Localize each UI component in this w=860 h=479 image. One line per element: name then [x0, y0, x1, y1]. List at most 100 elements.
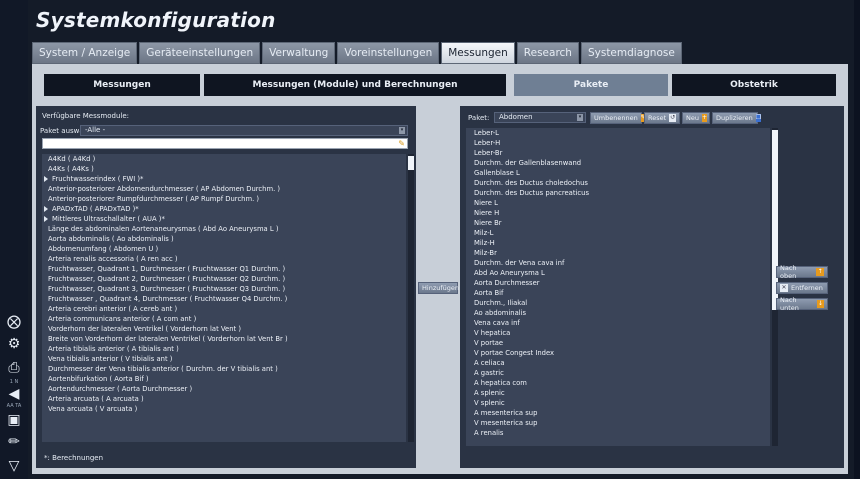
module-item[interactable]: Aortenbifurkation ( Aorta Bif )	[42, 374, 406, 384]
package-item[interactable]: Abd Ao Aneurysma L	[466, 268, 770, 278]
package-item[interactable]: Durchm. des Ductus pancreaticus	[466, 188, 770, 198]
new-icon: +	[701, 114, 708, 122]
module-item[interactable]: Aortendurchmesser ( Aorta Durchmesser )	[42, 384, 406, 394]
tab-messungen[interactable]: Messungen	[441, 42, 515, 64]
module-item[interactable]: Fruchtwasser, Quadrant 1, Durchmesser ( …	[42, 264, 406, 274]
subtab-module-berechnungen[interactable]: Messungen (Module) und Berechnungen	[204, 74, 506, 96]
chevron-down-icon: ▾	[577, 114, 583, 121]
tab-geraeteeinstellungen[interactable]: Geräteeinstellungen	[139, 42, 261, 64]
module-item[interactable]: Länge des abdominalen Aortenaneurysmas (…	[42, 224, 406, 234]
module-item[interactable]: A4Ks ( A4Ks )	[42, 164, 406, 174]
paket-select[interactable]: -Alle - ▾	[80, 125, 408, 136]
expandable-module-item[interactable]: Fruchtwasserindex ( FWI )*	[42, 174, 406, 184]
modules-list[interactable]: A4Kd ( A4Kd ) A4Ks ( A4Ks ) Fruchtwasserin…	[42, 154, 406, 442]
package-item[interactable]: Ao abdominalis	[466, 308, 770, 318]
rename-button[interactable]: Umbenennen ✎	[590, 112, 646, 124]
remove-button[interactable]: ✕ Entfernen	[776, 282, 828, 294]
module-item[interactable]: Fruchtwasser , Quadrant 4, Durchmesser (…	[42, 294, 406, 304]
tab-system-anzeige[interactable]: System / Anzeige	[32, 42, 138, 64]
expandable-module-item[interactable]: Mittleres Ultraschallalter ( AUA )*	[42, 214, 406, 224]
settings-gear-icon[interactable]: ⚙	[4, 334, 24, 354]
module-item[interactable]: Vena tibialis anterior ( V tibialis ant …	[42, 354, 406, 364]
module-item[interactable]: Breite von Vorderhorn der lateralen Vent…	[42, 334, 406, 344]
subtab-pakete[interactable]: Pakete	[514, 74, 668, 96]
wireless-icon[interactable]: ▽	[4, 456, 24, 476]
tab-research[interactable]: Research	[516, 42, 579, 64]
package-item[interactable]: Leber-L	[466, 128, 770, 138]
package-item[interactable]: Aorta Bif	[466, 288, 770, 298]
module-item[interactable]: Arteria cerebri anterior ( A cereb ant )	[42, 304, 406, 314]
module-item[interactable]: Arteria communicans anterior ( A com ant…	[42, 314, 406, 324]
package-item[interactable]: A mesenterica sup	[466, 408, 770, 418]
tab-voreinstellungen[interactable]: Voreinstellungen	[337, 42, 440, 64]
package-item[interactable]: Niere L	[466, 198, 770, 208]
search-input[interactable]: ✎	[42, 138, 408, 149]
package-item[interactable]: Niere Br	[466, 218, 770, 228]
module-item[interactable]: Vorderhorn der lateralen Ventrikel ( Vor…	[42, 324, 406, 334]
module-item[interactable]: Arteria renalis accessoria ( A ren acc )	[42, 254, 406, 264]
module-item[interactable]: Anterior-posteriorer Rumpfdurchmesser ( …	[42, 194, 406, 204]
subtab-messungen[interactable]: Messungen	[44, 74, 200, 96]
package-item[interactable]: Durchm. des Ductus choledochus	[466, 178, 770, 188]
user-card-icon[interactable]: ▣	[4, 410, 24, 430]
duplicate-button[interactable]: Duplizieren ❐	[712, 112, 762, 124]
close-circle-icon[interactable]: ⨂	[4, 312, 24, 332]
module-item[interactable]: Fruchtwasser, Quadrant 3, Durchmesser ( …	[42, 284, 406, 294]
module-item[interactable]: A4Kd ( A4Kd )	[42, 154, 406, 164]
package-item[interactable]: A renalis	[466, 428, 770, 438]
move-down-button[interactable]: Nach unten ↓	[776, 296, 828, 312]
subtab-obstetrik[interactable]: Obstetrik	[672, 74, 836, 96]
package-item[interactable]: V portae Congest Index	[466, 348, 770, 358]
modules-scrollbar[interactable]	[408, 154, 414, 442]
expandable-module-item[interactable]: APADxTAD ( APADxTAD )*	[42, 204, 406, 214]
module-item[interactable]: Anterior-posteriorer Abdomendurchmesser …	[42, 184, 406, 194]
tab-systemdiagnose[interactable]: Systemdiagnose	[580, 42, 682, 64]
duplicate-icon: ❐	[755, 114, 762, 122]
move-down-label: Nach unten	[780, 296, 799, 312]
arrow-up-icon: ↑	[816, 268, 824, 276]
new-button[interactable]: Neu +	[682, 112, 710, 124]
package-item[interactable]: Aorta Durchmesser	[466, 278, 770, 288]
paket-select-value: -Alle -	[85, 126, 106, 134]
move-up-label: Nach oben	[780, 264, 797, 280]
module-item[interactable]: Arteria arcuata ( A arcuata )	[42, 394, 406, 404]
package-item[interactable]: A splenic	[466, 388, 770, 398]
package-item[interactable]: A celiaca	[466, 358, 770, 368]
module-item[interactable]: Fruchtwasser, Quadrant 2, Durchmesser ( …	[42, 274, 406, 284]
package-item[interactable]: Milz-H	[466, 238, 770, 248]
broom-icon[interactable]: ✏	[4, 432, 24, 452]
tab-verwaltung[interactable]: Verwaltung	[262, 42, 336, 64]
package-item[interactable]: Milz-L	[466, 228, 770, 238]
package-item[interactable]: Durchm. der Gallenblasenwand	[466, 158, 770, 168]
package-item[interactable]: Niere H	[466, 208, 770, 218]
module-item[interactable]: Arteria tibialis anterior ( A tibialis a…	[42, 344, 406, 354]
package-item[interactable]: Leber-Br	[466, 148, 770, 158]
arrow-down-icon: ↓	[816, 300, 824, 308]
package-item[interactable]: V mesenterica sup	[466, 418, 770, 428]
package-item[interactable]: Leber-H	[466, 138, 770, 148]
page-title: Systemkonfiguration	[36, 8, 276, 32]
sub-tabs: Messungen Messungen (Module) und Berechn…	[44, 74, 836, 96]
package-items-list[interactable]: Leber-L Leber-H Leber-Br Durchm. der Gallen…	[466, 128, 770, 446]
package-item[interactable]: Durchm., Iliakal	[466, 298, 770, 308]
modules-scrollbar-thumb[interactable]	[408, 156, 414, 170]
reset-button[interactable]: Reset ↺	[644, 112, 680, 124]
left-toolbar: ⨂ ⚙ ⎙ 1 N ◀ AA TA ▣ ✏ ▽	[0, 0, 28, 479]
package-item[interactable]: Milz-Br	[466, 248, 770, 258]
package-item[interactable]: V hepatica	[466, 328, 770, 338]
move-up-button[interactable]: Nach oben ↑	[776, 264, 828, 280]
package-item[interactable]: Durchm. der Vena cava inf	[466, 258, 770, 268]
add-button[interactable]: Hinzufügen ➜	[418, 282, 468, 294]
module-item[interactable]: Abdomenumfang ( Abdomen U )	[42, 244, 406, 254]
package-item[interactable]: A gastric	[466, 368, 770, 378]
package-item[interactable]: A hepatica com	[466, 378, 770, 388]
package-item[interactable]: Gallenblase L	[466, 168, 770, 178]
package-item[interactable]: V splenic	[466, 398, 770, 408]
rename-label: Umbenennen	[594, 114, 638, 122]
module-item[interactable]: Durchmesser der Vena tibialis anterior (…	[42, 364, 406, 374]
module-item[interactable]: Vena arcuata ( V arcuata )	[42, 404, 406, 414]
module-item[interactable]: Aorta abdominalis ( Ao abdominalis )	[42, 234, 406, 244]
package-item[interactable]: V portae	[466, 338, 770, 348]
package-select[interactable]: Abdomen ▾	[494, 112, 586, 123]
package-item[interactable]: Vena cava inf	[466, 318, 770, 328]
